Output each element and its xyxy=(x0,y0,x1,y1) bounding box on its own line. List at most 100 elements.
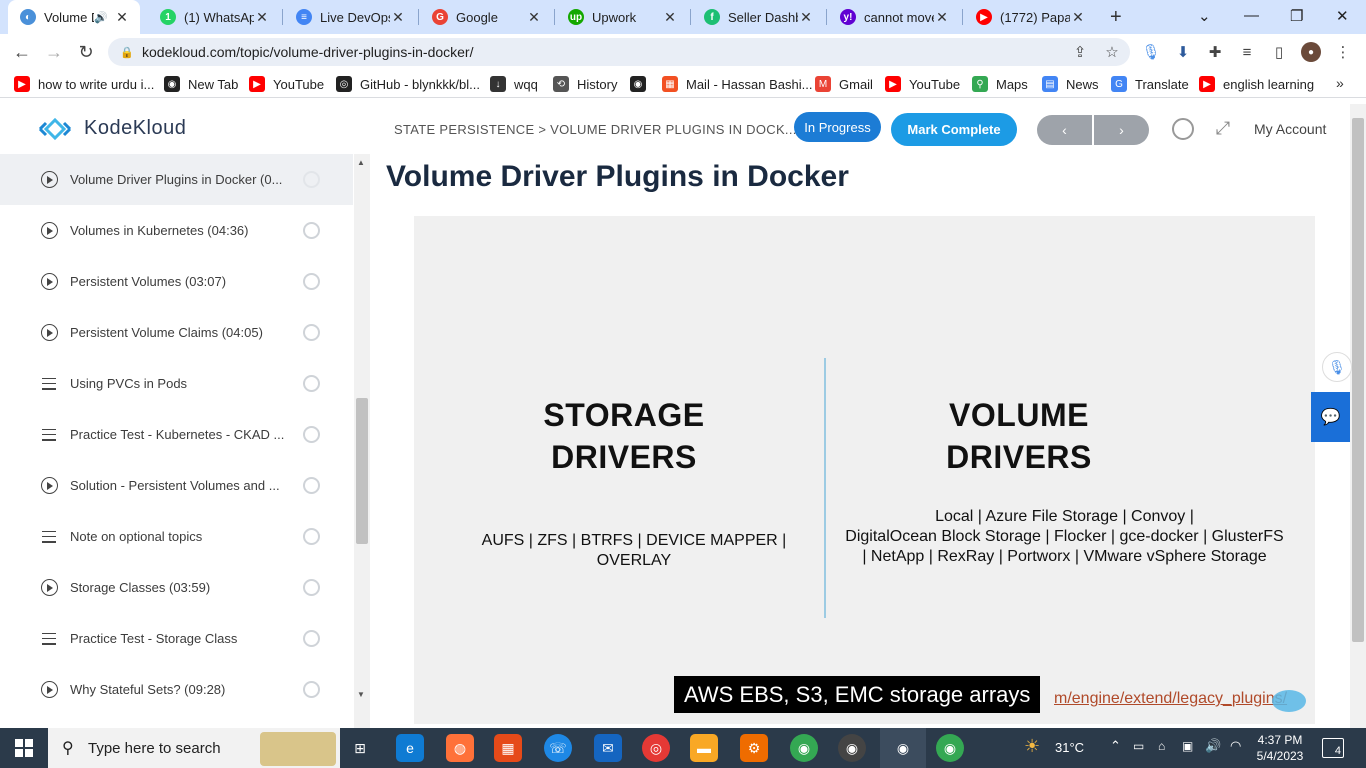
completion-circle-icon[interactable] xyxy=(303,477,320,494)
status-badge[interactable]: In Progress xyxy=(794,112,881,142)
tab-close-icon[interactable]: ✕ xyxy=(662,9,678,26)
weather-temperature[interactable]: 31°C xyxy=(1055,740,1084,755)
weather-icon[interactable]: ☀ xyxy=(1024,736,1040,757)
download-extension-icon[interactable]: ⬇ xyxy=(1173,42,1193,62)
chrome-icon[interactable]: ◉ xyxy=(790,734,818,762)
minimize-icon[interactable]: — xyxy=(1244,7,1259,24)
lesson-item[interactable]: Using PVCs in Pods xyxy=(0,358,353,409)
bookmark-item[interactable]: ▶ english learning xyxy=(1199,75,1314,93)
video-player[interactable]: STORAGE DRIVERS AUFS | ZFS | BTRFS | DEV… xyxy=(414,216,1315,724)
phone-app-icon[interactable]: ☏ xyxy=(544,734,572,762)
slide-url-link[interactable]: m/engine/extend/legacy_plugins/ xyxy=(1054,690,1287,708)
task-view-icon[interactable]: ⊞ xyxy=(346,734,374,762)
taskbar-clock[interactable]: 4:37 PM 5/4/2023 xyxy=(1250,732,1310,764)
completion-circle-icon[interactable] xyxy=(303,171,320,188)
tab-close-icon[interactable]: ✕ xyxy=(114,9,130,26)
taskbar-search-input[interactable]: ⚲ Type here to search xyxy=(48,728,340,768)
breadcrumb[interactable]: STATE PERSISTENCE > VOLUME DRIVER PLUGIN… xyxy=(394,122,797,137)
camera-app-icon[interactable]: ◉ xyxy=(838,734,866,762)
lesson-item[interactable]: Persistent Volumes (03:07) xyxy=(0,256,353,307)
bookmark-item[interactable]: ◎ GitHub - blynkkk/bl... xyxy=(336,75,480,93)
close-window-icon[interactable]: ✕ xyxy=(1336,7,1349,25)
maximize-icon[interactable]: ❐ xyxy=(1290,7,1303,25)
browser-tab[interactable]: 1 (1) WhatsApp✕ xyxy=(148,0,280,34)
lesson-item[interactable]: Volume Driver Plugins in Docker (0... xyxy=(0,154,353,205)
completion-circle-icon[interactable] xyxy=(303,375,320,392)
chrome-profile-icon[interactable]: ◉ xyxy=(936,734,964,762)
tab-close-icon[interactable]: ✕ xyxy=(526,9,542,26)
mark-complete-button[interactable]: Mark Complete xyxy=(891,113,1017,146)
scroll-down-icon[interactable]: ▼ xyxy=(357,690,365,699)
edge-icon[interactable]: e xyxy=(396,734,424,762)
tab-close-icon[interactable]: ✕ xyxy=(1070,9,1086,26)
profile-avatar-icon[interactable]: ● xyxy=(1301,42,1321,62)
chrome-active-icon[interactable]: ◉ xyxy=(880,728,926,768)
bookmark-item[interactable]: ↓ wqq xyxy=(490,75,538,93)
bookmark-item[interactable]: ▶ YouTube xyxy=(885,75,960,93)
bookmark-item[interactable]: ⟲ History xyxy=(553,75,617,93)
settings-app-icon[interactable]: ⚙ xyxy=(740,734,768,762)
tab-close-icon[interactable]: ✕ xyxy=(934,9,950,26)
browser-menu-icon[interactable]: ⋮ xyxy=(1333,42,1353,62)
wifi-icon[interactable]: ◠ xyxy=(1230,738,1241,754)
share-icon[interactable]: ⇪ xyxy=(1070,42,1090,62)
lesson-item[interactable]: Practice Test - Storage Class xyxy=(0,613,353,664)
side-panel-icon[interactable]: ▯ xyxy=(1269,42,1289,62)
lesson-item[interactable]: Note on optional topics xyxy=(0,511,353,562)
scroll-up-icon[interactable]: ▲ xyxy=(357,158,365,167)
mail-icon[interactable]: ✉ xyxy=(594,734,622,762)
browser-tab[interactable]: y! cannot move ✕ xyxy=(828,0,960,34)
bookmark-item[interactable]: ⚲ Maps xyxy=(972,75,1028,93)
battery-icon[interactable]: ▭ xyxy=(1133,739,1144,753)
lesson-item[interactable]: Why Stateful Sets? (09:28) xyxy=(0,664,353,715)
network-icon[interactable]: ⌂ xyxy=(1158,739,1165,753)
bookmarks-overflow-icon[interactable]: » xyxy=(1336,75,1344,91)
previous-lesson-button[interactable]: ‹ xyxy=(1037,115,1092,145)
volume-icon[interactable]: 🔊 xyxy=(1205,738,1221,754)
bookmark-item[interactable]: M Gmail xyxy=(815,75,873,93)
lesson-item[interactable]: Solution - Persistent Volumes and ... xyxy=(0,460,353,511)
bookmark-item[interactable]: G Translate xyxy=(1111,75,1189,93)
new-tab-icon[interactable]: + xyxy=(1110,6,1122,29)
mic-extension-icon[interactable]: 🎙 xyxy=(1141,42,1161,62)
bookmark-item[interactable]: ▦ Mail - Hassan Bashi... xyxy=(662,75,812,93)
extensions-icon[interactable]: ✚ xyxy=(1205,42,1225,62)
lesson-item[interactable]: Persistent Volume Claims (04:05) xyxy=(0,307,353,358)
completion-circle-icon[interactable] xyxy=(303,222,320,239)
page-scrollbar-thumb[interactable] xyxy=(1352,118,1364,642)
fullscreen-icon[interactable]: ⤢ xyxy=(1213,118,1233,138)
browser-tab[interactable]: f Seller Dashbo✕ xyxy=(692,0,824,34)
reload-icon[interactable]: ↻ xyxy=(73,39,99,65)
bookmark-item[interactable]: ◉ xyxy=(630,75,654,93)
bookmark-item[interactable]: ▶ how to write urdu i... xyxy=(14,75,154,93)
completion-circle-icon[interactable] xyxy=(303,324,320,341)
file-explorer-icon[interactable]: ▬ xyxy=(690,734,718,762)
bookmark-star-icon[interactable]: ☆ xyxy=(1102,42,1122,62)
theme-toggle-icon[interactable] xyxy=(1172,118,1194,140)
tab-search-icon[interactable]: ⌄ xyxy=(1198,7,1211,25)
sidebar-scrollbar-thumb[interactable] xyxy=(356,398,368,544)
bookmark-item[interactable]: ▶ YouTube xyxy=(249,75,324,93)
completion-circle-icon[interactable] xyxy=(303,630,320,647)
lesson-item[interactable]: Practice Test - Kubernetes - CKAD ... xyxy=(0,409,353,460)
tab-close-icon[interactable]: ✕ xyxy=(798,9,814,26)
notification-center-icon[interactable]: 4 xyxy=(1322,738,1344,758)
completion-circle-icon[interactable] xyxy=(303,681,320,698)
media-control-icon[interactable]: ≡ xyxy=(1237,42,1257,62)
completion-circle-icon[interactable] xyxy=(303,426,320,443)
bookmark-item[interactable]: ◉ New Tab xyxy=(164,75,238,93)
browser-tab[interactable]: up Upwork ✕ xyxy=(556,0,688,34)
tray-chevron-icon[interactable]: ⌃ xyxy=(1110,738,1121,754)
snip-app-icon[interactable]: ◎ xyxy=(642,734,670,762)
voice-input-icon[interactable]: 🎙 xyxy=(1322,352,1352,382)
browser-tab[interactable]: ◐ Volume D🔊 ✕ xyxy=(8,0,140,34)
completion-circle-icon[interactable] xyxy=(303,528,320,545)
address-bar[interactable]: 🔒 kodekloud.com/topic/volume-driver-plug… xyxy=(108,38,1130,66)
my-account-link[interactable]: My Account xyxy=(1254,121,1326,137)
completion-circle-icon[interactable] xyxy=(303,579,320,596)
chat-widget-icon[interactable]: 💬 xyxy=(1311,392,1350,442)
browser-tab[interactable]: G Google ✕ xyxy=(420,0,552,34)
firefox-icon[interactable]: ◍ xyxy=(446,734,474,762)
browser-tab[interactable]: ≡ Live DevOps ✕ xyxy=(284,0,416,34)
site-logo-text[interactable]: KodeKloud xyxy=(84,117,186,140)
